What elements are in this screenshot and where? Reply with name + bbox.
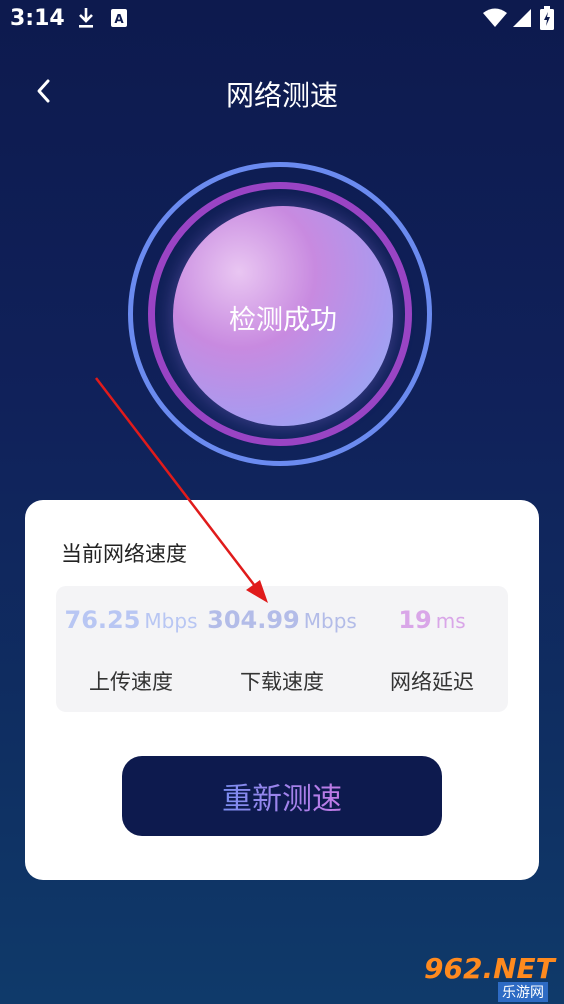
upload-speed-label: 上传速度 — [89, 670, 173, 694]
latency-label: 网络延迟 — [390, 670, 474, 694]
battery-icon — [540, 6, 554, 30]
svg-text:A: A — [114, 12, 124, 26]
signal-icon — [513, 9, 531, 27]
download-speed-label: 下载速度 — [240, 670, 324, 694]
watermark-brand: 962.NET — [424, 952, 555, 985]
a-icon: A — [111, 9, 127, 27]
watermark-sub: 乐游网 — [498, 982, 548, 1002]
latency-value-block: 19 ms — [357, 606, 507, 634]
card-title: 当前网络速度 — [61, 542, 187, 566]
status-text: 检测成功 — [229, 305, 337, 336]
status-time: 3:14 — [10, 6, 65, 31]
upload-speed-value: 76.25 Mbps — [56, 606, 206, 634]
latency-value: 19 — [398, 606, 432, 634]
watermark-logo: 962.NET 乐游网 — [424, 952, 558, 1002]
page-title: 网络测速 — [225, 79, 338, 112]
retest-button-label: 重新测速 — [222, 774, 342, 818]
stats-panel: 76.25 Mbps 上传速度 304.99 Mbps 下载速度 19 ms 网络延迟 — [56, 586, 508, 712]
download-value: 304.99 — [207, 606, 300, 634]
upload-value: 76.25 — [64, 606, 141, 634]
upload-unit: Mbps — [144, 609, 198, 633]
status-bar: 3:14 A — [0, 0, 564, 40]
download-icon — [79, 8, 93, 28]
download-speed-value: 304.99 Mbps — [207, 606, 357, 634]
retest-button[interactable]: 重新测速 — [122, 756, 442, 836]
result-card: 当前网络速度 76.25 Mbps 上传速度 304.99 Mbps 下载速度 19… — [25, 500, 539, 880]
download-unit: Mbps — [303, 609, 357, 633]
wifi-icon — [483, 8, 507, 27]
latency-unit: ms — [435, 609, 466, 633]
